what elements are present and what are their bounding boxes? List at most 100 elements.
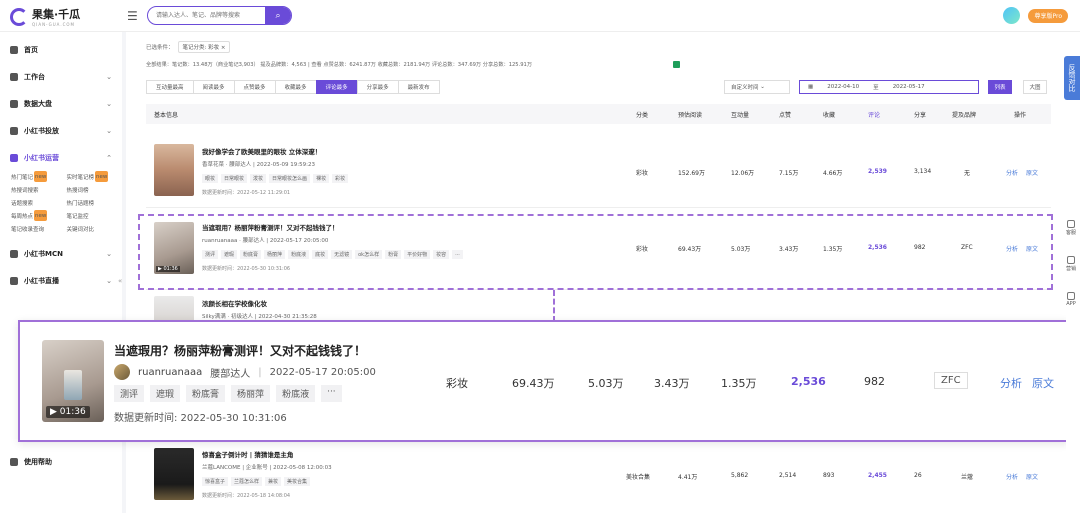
zoomed-row-callout: ▶ 01:36 当遮瑕用？杨丽萍粉膏测评！又对不起钱钱了！ ruanruanaa… xyxy=(18,320,1069,442)
subnav-weekly-hot[interactable]: 每周热点 new xyxy=(11,210,67,221)
logo-mark-icon xyxy=(10,7,28,26)
source-link[interactable]: 原文 xyxy=(1026,168,1038,177)
subnav-note-index[interactable]: 笔记收录查询 xyxy=(11,223,67,234)
table-row: 我好像学会了欧美眼里的眼妆 立体深邃！ 香草花菜 · 腰部达人 | 2022-0… xyxy=(146,130,1051,208)
table-header: 基本信息 分类 预估阅读 互动量 点赞 收藏 评论 分享 提及品牌 操作 xyxy=(146,104,1051,124)
note-updated-time: 数据更新时间：2022-05-18 14:08:04 xyxy=(202,493,291,499)
home-icon xyxy=(10,45,18,54)
author-name[interactable]: ruanruanaaa xyxy=(138,367,202,378)
chat-icon xyxy=(1067,256,1075,264)
date-range-picker[interactable]: ▦ 2022-04-10 至 2022-05-17 xyxy=(799,80,979,94)
note-title[interactable]: 我好像学会了欧美眼里的眼妆 立体深邃！ xyxy=(202,146,321,156)
tag[interactable]: 粉底膏 xyxy=(186,385,226,402)
search-button[interactable]: ⌕ xyxy=(265,7,291,24)
sidebar-item-mcn[interactable]: 小红书MCN ⌄ xyxy=(0,240,122,267)
sidebar-item-operations[interactable]: 小红书运营 ⌃ xyxy=(0,144,122,171)
view-grid-button[interactable]: 大图 xyxy=(1023,80,1047,94)
tag[interactable]: 测评 xyxy=(114,385,145,402)
analyze-link[interactable]: 分析 xyxy=(1006,168,1018,177)
search-input[interactable] xyxy=(148,7,265,24)
search-icon: ⌕ xyxy=(275,10,281,21)
ads-icon xyxy=(10,126,18,135)
note-author-row: ruanruanaaa 腰部达人 | 2022-05-17 20:05:00 xyxy=(114,364,376,380)
sidebar-item-help[interactable]: 使用帮助 xyxy=(0,448,122,475)
note-title[interactable]: 浓颜长相在学校像化妆 xyxy=(202,298,267,308)
filter-chip[interactable]: 笔记分类: 彩妆 × xyxy=(177,41,231,53)
excel-export-icon[interactable] xyxy=(673,61,680,68)
note-tags: 眼妆 日常眼妆 泼妆 日常眼妆怎么画 裸妆 彩妆 xyxy=(202,174,349,183)
tab-newest[interactable]: 最新发布 xyxy=(397,80,440,94)
subnav-topic-rank[interactable]: 热门话题榜 xyxy=(67,197,123,208)
product-image xyxy=(64,370,82,400)
sales-button[interactable]: 营销 xyxy=(1062,256,1080,272)
date-mode-select[interactable]: 自定义时间 ⌄ xyxy=(724,80,790,94)
highlight-box xyxy=(138,214,1053,290)
more-tags[interactable]: ··· xyxy=(321,385,342,402)
view-list-button[interactable]: 列表 xyxy=(988,80,1012,94)
chevron-down-icon: ⌄ xyxy=(106,249,112,258)
sidebar-item-ads[interactable]: 小红书投放 ⌄ xyxy=(0,117,122,144)
note-title[interactable]: 惊喜盒子倒计时 | 猜猜谁是主角 xyxy=(202,449,293,459)
result-summary: 全部结果：笔记数：13.48万（商业笔记3,903） 提及品牌数：4,563 |… xyxy=(146,62,533,68)
analyze-link[interactable]: 分析 xyxy=(1006,472,1018,481)
tab-interact[interactable]: 互动量最高 xyxy=(146,80,194,94)
note-tags: 测评 遮瑕 粉底膏 杨丽萍 粉底液 ··· xyxy=(114,385,342,402)
tab-comments[interactable]: 评论最多 xyxy=(315,80,358,94)
subnav-hot-notes[interactable]: 热门笔记 new xyxy=(11,171,67,182)
subnav-realtime-rank[interactable]: 实时笔记榜 new xyxy=(67,171,123,182)
tag[interactable]: 粉底液 xyxy=(276,385,316,402)
cell-comments: 2,536 xyxy=(791,375,826,388)
author-level: 腰部达人 xyxy=(210,368,251,380)
sort-tabs: 互动量最高 阅读最多 点赞最多 收藏最多 评论最多 分享最多 最新发布 xyxy=(146,80,440,94)
note-thumbnail[interactable] xyxy=(154,448,194,500)
calendar-icon: ▦ xyxy=(808,84,814,90)
chevron-down-icon: ⌄ xyxy=(106,72,112,81)
note-author[interactable]: Silky满满 · 初级达人 | 2022-04-30 21:35:28 xyxy=(202,312,317,320)
publish-time: 2022-05-17 20:05:00 xyxy=(269,366,376,378)
menu-toggle-icon[interactable]: ☰ xyxy=(127,9,138,23)
note-tags: 惊喜盒子 兰蔻怎么样 兼妆 美妆合集 xyxy=(202,477,311,486)
customer-service-button[interactable]: 客服 xyxy=(1062,220,1080,236)
tab-likes[interactable]: 点赞最多 xyxy=(233,80,276,94)
subnav-hot-search[interactable]: 热搜词搜索 xyxy=(11,184,67,195)
workspace-icon xyxy=(10,72,18,81)
note-author[interactable]: 香草花菜 · 腰部达人 | 2022-05-09 19:59:23 xyxy=(202,160,315,168)
search-box: ⌕ xyxy=(147,6,292,25)
highlight-connector xyxy=(553,290,555,322)
app-download-button[interactable]: APP xyxy=(1062,292,1080,307)
live-icon xyxy=(10,276,18,285)
tag[interactable]: 杨丽萍 xyxy=(231,385,271,402)
subnav-note-monitor[interactable]: 笔记监控 xyxy=(67,210,123,221)
note-thumbnail[interactable] xyxy=(154,144,194,196)
subnav-hot-word-rank[interactable]: 热搜词榜 xyxy=(67,184,123,195)
user-avatar[interactable] xyxy=(1003,7,1021,24)
sidebar-item-workspace[interactable]: 工作台 ⌄ xyxy=(0,63,122,90)
subnav-topic-search[interactable]: 话题搜索 xyxy=(11,197,67,208)
source-link[interactable]: 原文 xyxy=(1026,472,1038,481)
tab-collect[interactable]: 收藏最多 xyxy=(274,80,317,94)
sidebar-collapse-icon[interactable]: « xyxy=(118,277,122,285)
author-avatar[interactable] xyxy=(114,364,130,380)
chevron-down-icon: ⌄ xyxy=(106,99,112,108)
cell-likes: 3.43万 xyxy=(654,377,690,390)
note-thumbnail[interactable]: ▶ 01:36 xyxy=(42,340,104,422)
sidebar-item-dashboard[interactable]: 数据大盘 ⌄ xyxy=(0,90,122,117)
source-link[interactable]: 原文 xyxy=(1032,375,1054,391)
pro-badge-button[interactable]: 尊享版Pro xyxy=(1028,8,1068,23)
brand-badge[interactable]: ZFC xyxy=(934,372,968,389)
logo[interactable]: 果集·千瓜 QIAN-GUA.COM xyxy=(10,6,80,27)
video-duration: ▶ 01:36 xyxy=(46,406,90,418)
feedback-tab[interactable]: 反馈对比 xyxy=(1064,56,1080,100)
analyze-link[interactable]: 分析 xyxy=(1000,375,1022,391)
note-title[interactable]: 当遮瑕用？杨丽萍粉膏测评！又对不起钱钱了！ xyxy=(114,342,366,359)
tab-read[interactable]: 阅读最多 xyxy=(192,80,235,94)
tag[interactable]: 遮瑕 xyxy=(150,385,181,402)
sidebar-item-live[interactable]: 小红书直播 ⌄ xyxy=(0,267,122,294)
sidebar-item-home[interactable]: 首页 xyxy=(0,36,122,63)
chevron-down-icon: ⌄ xyxy=(106,126,112,135)
note-author[interactable]: 兰蔻LANCOME | 企业账号 | 2022-05-08 12:00:03 xyxy=(202,463,332,471)
phone-icon xyxy=(1067,292,1075,300)
subnav-keyword-compare[interactable]: 关键词对比 xyxy=(67,223,123,234)
tab-shares[interactable]: 分享最多 xyxy=(356,80,399,94)
operations-icon xyxy=(10,153,18,162)
